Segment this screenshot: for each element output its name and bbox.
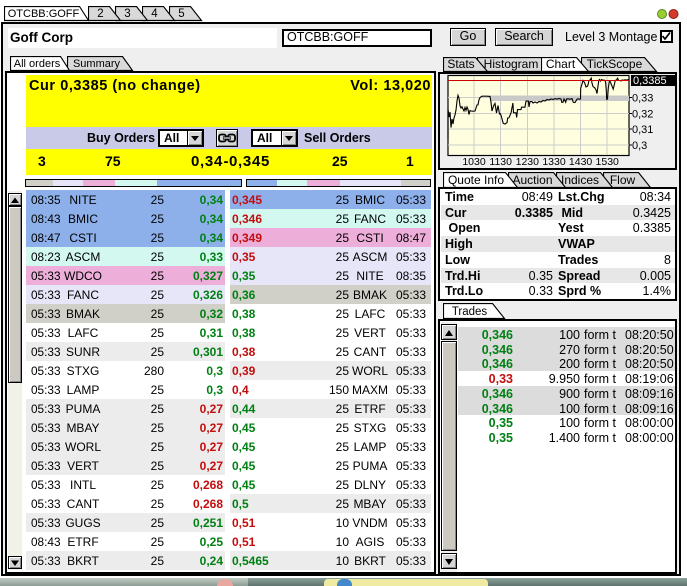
svg-text:1530: 1530 (596, 156, 620, 168)
svg-text:Histogram: Histogram (484, 57, 539, 71)
svg-text:Chart: Chart (546, 57, 576, 71)
svg-text:1230: 1230 (516, 156, 540, 168)
svg-text:Quote Info: Quote Info (448, 173, 504, 187)
svg-text:0,31: 0,31 (632, 124, 653, 136)
svg-text:0,32: 0,32 (632, 108, 653, 120)
svg-text:5: 5 (178, 8, 184, 20)
svg-text:OTCBB:GOFF: OTCBB:GOFF (8, 8, 80, 20)
svg-text:1330: 1330 (542, 156, 566, 168)
svg-text:TickScope: TickScope (587, 57, 643, 71)
svg-text:3: 3 (124, 8, 130, 20)
svg-text:1130: 1130 (489, 156, 512, 168)
svg-text:0,3: 0,3 (632, 140, 647, 152)
svg-text:0,33: 0,33 (632, 93, 653, 105)
svg-text:0,3385: 0,3385 (633, 75, 667, 87)
svg-text:1430: 1430 (569, 156, 593, 168)
svg-text:4: 4 (151, 8, 158, 20)
svg-text:1030: 1030 (462, 156, 486, 168)
svg-text:All orders: All orders (14, 58, 61, 70)
svg-text:Stats: Stats (447, 57, 474, 71)
svg-text:Summary: Summary (73, 58, 121, 70)
svg-text:Trades: Trades (452, 306, 488, 318)
svg-text:2: 2 (97, 8, 103, 20)
